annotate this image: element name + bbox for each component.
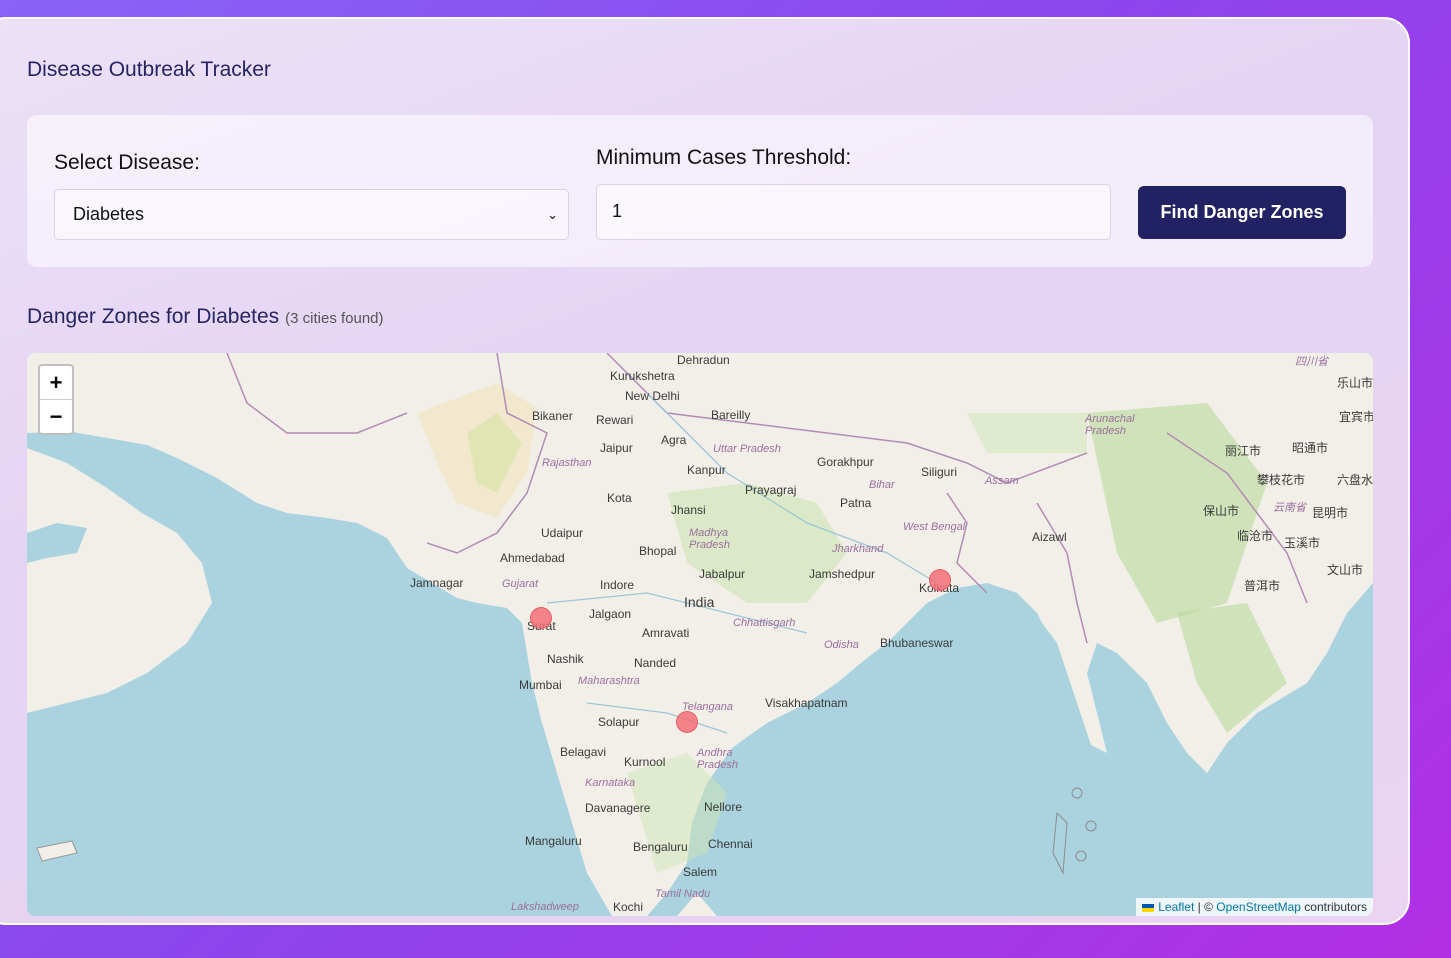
city-label: Mumbai (519, 678, 562, 692)
city-label: Bengaluru (633, 840, 688, 854)
city-label: 昆明市 (1312, 506, 1349, 520)
city-label: 宜宾市 (1339, 410, 1373, 424)
city-label: 昭通市 (1292, 441, 1329, 455)
city-label: Udaipur (541, 526, 584, 540)
city-label: Salem (683, 865, 718, 879)
city-label: Nanded (634, 656, 677, 670)
city-label: Chennai (708, 837, 753, 851)
region-label: Lakshadweep (511, 901, 579, 913)
ukraine-flag-icon (1142, 903, 1155, 912)
region-label: Jharkhand (832, 543, 884, 555)
city-label: Gorakhpur (817, 455, 874, 469)
city-label: Davanagere (585, 801, 651, 815)
city-label: Patna (840, 496, 872, 510)
danger-marker-surat[interactable] (530, 607, 552, 629)
zoom-out-button[interactable]: − (40, 399, 72, 433)
city-label: 文山市 (1327, 563, 1364, 577)
city-label: New Delhi (625, 389, 680, 403)
region-label: Karnataka (585, 777, 636, 789)
city-label: Jabalpur (699, 567, 746, 581)
chevron-down-icon: ⌄ (547, 207, 558, 222)
controls-panel: Select Disease: Diabetes ⌄ Minimum Cases… (27, 115, 1373, 267)
city-label: Kochi (613, 900, 644, 914)
city-label: Amravati (642, 626, 690, 640)
region-label: Madhya Pradesh (689, 527, 730, 551)
city-label: 保山市 (1203, 504, 1240, 518)
openstreetmap-link[interactable]: OpenStreetMap (1216, 900, 1301, 914)
attribution-separator: | © (1194, 900, 1217, 914)
region-label: Assam (985, 475, 1019, 487)
map-container[interactable]: Rajasthan Uttar Pradesh Bihar West Benga… (27, 353, 1373, 916)
region-label: Maharashtra (578, 675, 640, 687)
city-label: Kanpur (687, 463, 726, 477)
danger-marker-hyderabad[interactable] (676, 711, 698, 733)
region-label: West Bengal (903, 521, 966, 533)
city-label: Jamnagar (410, 576, 464, 590)
city-label: India (684, 594, 715, 610)
disease-select-value: Diabetes (73, 204, 145, 224)
region-label: Andhra Pradesh (697, 747, 738, 771)
region-label: Uttar Pradesh (713, 443, 781, 455)
region-label: Arunachal Pradesh (1085, 413, 1135, 437)
city-label: Jhansi (671, 503, 706, 517)
attribution-contributors: contributors (1300, 900, 1367, 914)
city-label: Jalgaon (589, 607, 632, 621)
threshold-input[interactable]: 1 (596, 184, 1111, 240)
city-label: Dehradun (677, 353, 730, 367)
city-label: 临沧市 (1237, 529, 1274, 543)
region-label: Bihar (869, 479, 895, 491)
city-label: Kota (607, 491, 632, 505)
disease-label: Select Disease: (54, 151, 200, 174)
city-label: Aizawl (1032, 530, 1067, 544)
city-label: Indore (600, 578, 635, 592)
results-heading: Danger Zones for Diabetes (27, 305, 280, 328)
city-label: 六盘水 (1337, 473, 1373, 487)
city-label: Rewari (596, 413, 634, 427)
page-title: Disease Outbreak Tracker (27, 58, 271, 81)
zoom-in-button[interactable]: + (40, 366, 72, 399)
city-label: Ahmedabad (500, 551, 565, 565)
region-label: Odisha (824, 639, 859, 651)
leaflet-link[interactable]: Leaflet (1158, 900, 1194, 914)
city-label: Mangaluru (525, 834, 582, 848)
city-label: Visakhapatnam (765, 696, 848, 710)
city-label: 玉溪市 (1284, 536, 1321, 550)
city-label: Siliguri (921, 465, 958, 479)
city-label: 乐山市 (1337, 376, 1373, 390)
find-danger-zones-button[interactable]: Find Danger Zones (1138, 186, 1346, 239)
city-label: Bhubaneswar (880, 636, 954, 650)
city-label: Bhopal (639, 544, 677, 558)
city-label: 攀枝花市 (1257, 473, 1306, 487)
threshold-label: Minimum Cases Threshold: (596, 146, 852, 169)
city-label: Jamshedpur (809, 567, 876, 581)
city-label: Bikaner (532, 409, 573, 423)
region-label: 四川省 (1295, 356, 1328, 368)
city-label: Nashik (547, 652, 584, 666)
region-label: Tamil Nadu (655, 888, 711, 900)
city-label: Bareilly (711, 408, 751, 422)
disease-select[interactable]: Diabetes ⌄ (54, 189, 569, 240)
city-label: Prayagraj (745, 483, 797, 497)
map-attribution: Leaflet | © OpenStreetMap contributors (1136, 898, 1373, 916)
city-label: 丽江市 (1225, 444, 1262, 458)
city-label: Agra (661, 433, 687, 447)
region-label: 云南省 (1273, 502, 1306, 514)
city-label: Nellore (704, 800, 743, 814)
city-label: 普洱市 (1244, 579, 1281, 593)
city-label: Kurukshetra (610, 369, 675, 383)
region-label: Rajasthan (542, 457, 592, 469)
city-label: Solapur (598, 715, 640, 729)
results-heading-row: Danger Zones for Diabetes (3 cities found… (27, 305, 384, 329)
region-label: Gujarat (502, 578, 539, 590)
map-basemap (27, 353, 1373, 916)
city-label: Kurnool (624, 755, 666, 769)
zoom-control: + − (38, 364, 74, 435)
danger-marker-kolkata[interactable] (929, 569, 951, 591)
city-label: Jaipur (600, 441, 633, 455)
region-label: Chhattisgarh (733, 617, 796, 629)
results-count: (3 cities found) (285, 310, 384, 327)
city-label: Belagavi (560, 745, 607, 759)
